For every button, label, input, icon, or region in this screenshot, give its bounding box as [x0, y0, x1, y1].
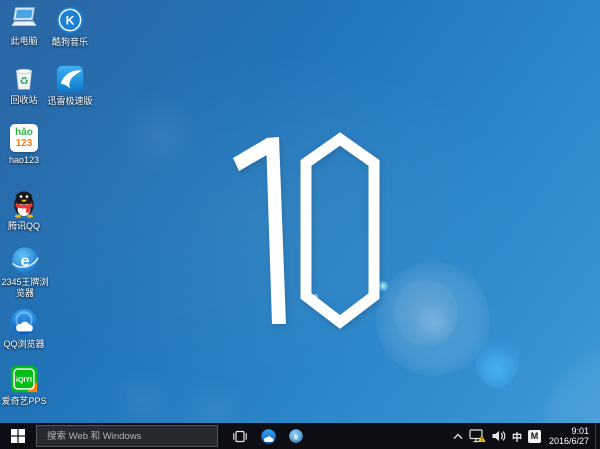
- clock-date: 2016/6/27: [549, 436, 589, 446]
- task-view-icon: [232, 430, 248, 443]
- hao123-text-top: hǎo: [15, 128, 33, 138]
- iqiyi-icon: iQIYI: [9, 364, 39, 394]
- ime-mode-indicator: 中: [512, 429, 522, 444]
- desktop-icon-label: 迅雷极速版: [47, 96, 92, 107]
- taskbar-qq-browser-button[interactable]: [254, 423, 282, 449]
- qq-browser-icon: [260, 428, 277, 445]
- desktop-icon-qq-browser[interactable]: QQ浏览器: [1, 307, 47, 350]
- bokeh-flare: [394, 276, 458, 350]
- qq-browser-icon: [9, 307, 39, 337]
- desktop-icon-this-pc[interactable]: 此电脑: [1, 4, 47, 47]
- desktop-icon-xunlei[interactable]: 迅雷极速版: [47, 64, 93, 107]
- browser-e-icon: e: [288, 428, 304, 444]
- desktop-icon-2345-browser[interactable]: e 2345王牌浏览器: [0, 245, 50, 299]
- taskbar-search-box[interactable]: [36, 425, 218, 447]
- desktop-icon-tencent-qq[interactable]: 腾讯QQ: [1, 189, 47, 232]
- this-pc-icon: [9, 4, 39, 34]
- desktop-icon-kugou-music[interactable]: K 酷狗音乐: [47, 5, 93, 48]
- start-button[interactable]: [0, 423, 36, 449]
- tray-clock[interactable]: 9:01 2016/6/27: [549, 426, 589, 446]
- taskbar-2345-browser-button[interactable]: e: [282, 423, 310, 449]
- desktop-icon-label: 酷狗音乐: [52, 37, 88, 48]
- bokeh-glow-dot: [312, 293, 319, 300]
- 2345-browser-icon: e: [10, 245, 40, 275]
- tray-ime-button[interactable]: M: [525, 423, 544, 449]
- ime-letter: M: [531, 432, 539, 441]
- desktop: 此电脑 K 酷狗音乐 ♻ 回收站: [0, 0, 600, 449]
- xunlei-icon: [55, 64, 85, 94]
- desktop-icon-label: 此电脑: [10, 36, 37, 47]
- system-tray: 中 M 9:01 2016/6/27: [450, 423, 600, 449]
- qq-penguin-icon: [9, 189, 39, 219]
- hao123-icon: hǎo 123: [9, 123, 39, 153]
- ime-icon: M: [528, 430, 541, 443]
- svg-text:K: K: [66, 14, 75, 28]
- bokeh-flare: [112, 368, 174, 430]
- show-desktop-button[interactable]: [595, 423, 600, 449]
- desktop-icon-label: QQ浏览器: [3, 339, 44, 350]
- desktop-icon-label: 爱奇艺PPS: [1, 396, 46, 407]
- desktop-icon-label: 2345王牌浏览器: [0, 277, 50, 299]
- clock-time: 9:01: [549, 426, 589, 436]
- bokeh-flare: [120, 95, 200, 175]
- bokeh-flare: [376, 262, 490, 376]
- chevron-up-icon: [453, 433, 463, 440]
- desktop-icon-recycle-bin[interactable]: ♻ 回收站: [1, 63, 47, 106]
- speaker-icon: [492, 430, 506, 442]
- bokeh-flare: [475, 328, 519, 388]
- kugou-icon: K: [55, 5, 85, 35]
- desktop-icon-label: 腾讯QQ: [8, 221, 40, 232]
- svg-text:iQIYI: iQIYI: [16, 377, 32, 384]
- tray-ime-mode-button[interactable]: 中: [509, 423, 525, 449]
- svg-text:e: e: [294, 431, 299, 441]
- tray-chevron-button[interactable]: [450, 423, 466, 449]
- taskbar: e: [0, 423, 600, 449]
- bokeh-flare: [414, 300, 454, 346]
- recycle-bin-icon: ♻: [9, 63, 39, 93]
- desktop-icon-label: 回收站: [10, 95, 37, 106]
- tray-network-button[interactable]: [466, 423, 489, 449]
- svg-text:♻: ♻: [19, 77, 28, 88]
- windows-start-icon: [11, 429, 25, 443]
- network-warning-icon: [469, 429, 486, 443]
- task-view-button[interactable]: [226, 423, 254, 449]
- bokeh-glow-dot: [377, 280, 389, 292]
- search-input[interactable]: [45, 430, 217, 443]
- tray-volume-button[interactable]: [489, 423, 509, 449]
- desktop-icon-label: hao123: [9, 155, 39, 166]
- desktop-icon-hao123[interactable]: hǎo 123 hao123: [1, 123, 47, 166]
- desktop-icon-iqiyi-pps[interactable]: iQIYI 爱奇艺PPS: [1, 364, 47, 407]
- hao123-text-bottom: 123: [16, 138, 33, 149]
